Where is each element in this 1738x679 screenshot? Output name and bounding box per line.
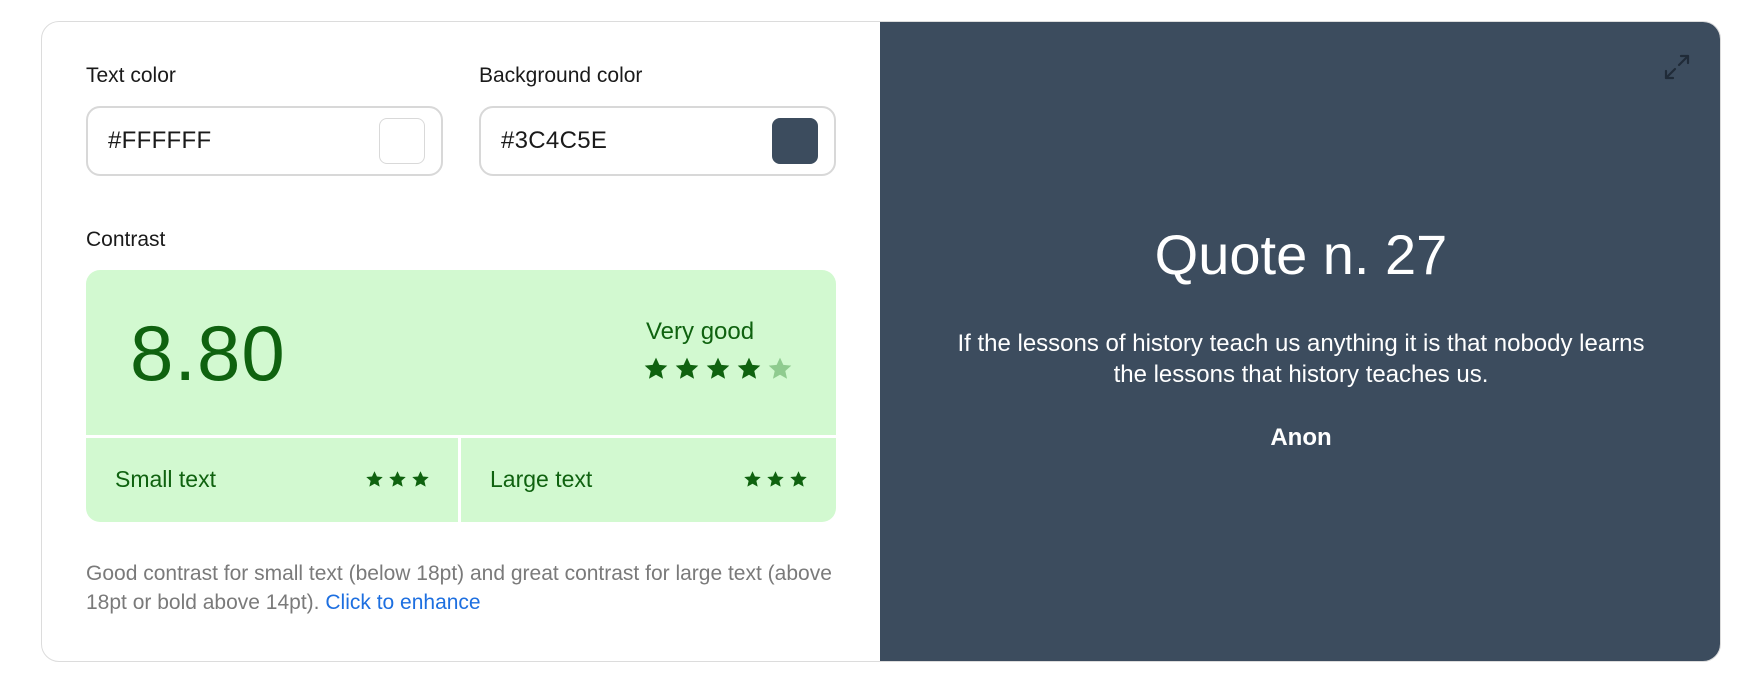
star-empty-icon	[768, 357, 792, 379]
contrast-description: Good contrast for small text (below 18pt…	[86, 559, 846, 617]
background-color-value[interactable]: #3C4C5E	[501, 127, 772, 155]
star-filled-icon	[790, 471, 807, 487]
star-filled-icon	[412, 471, 429, 487]
star-filled-icon	[644, 357, 668, 379]
contrast-ratio: 8.80	[130, 309, 286, 397]
star-filled-icon	[675, 357, 699, 379]
large-text-stars	[743, 470, 808, 489]
quote-author: Anon	[1270, 424, 1332, 451]
small-text-score: Small text	[86, 438, 458, 522]
star-filled-icon	[744, 471, 761, 487]
contrast-rating: Very good	[646, 318, 755, 345]
text-color-field[interactable]: #FFFFFF	[86, 106, 443, 176]
star-filled-icon	[366, 471, 383, 487]
background-color-swatch[interactable]	[772, 118, 818, 164]
preview-panel: Quote n. 27 If the lessons of history te…	[880, 22, 1720, 661]
controls-panel: Text color Background color #FFFFFF #3C4…	[42, 22, 880, 661]
contrast-rating-stars	[643, 356, 793, 382]
star-filled-icon	[767, 471, 784, 487]
quote-text: If the lessons of history teach us anyth…	[957, 330, 1645, 388]
star-filled-icon	[389, 471, 406, 487]
small-text-stars	[365, 470, 430, 489]
quote-title: Quote n. 27	[1154, 223, 1448, 286]
large-text-score: Large text	[461, 438, 836, 522]
contrast-result: 8.80 Very good Small text Large text	[86, 270, 836, 522]
background-color-field[interactable]: #3C4C5E	[479, 106, 836, 176]
large-text-label: Large text	[490, 466, 593, 492]
expand-icon[interactable]	[1662, 52, 1692, 82]
text-color-label: Text color	[86, 64, 176, 87]
enhance-link[interactable]: Click to enhance	[325, 591, 480, 614]
text-color-swatch[interactable]	[379, 118, 425, 164]
background-color-label: Background color	[479, 64, 643, 87]
contrast-checker-card: Text color Background color #FFFFFF #3C4…	[41, 21, 1721, 662]
star-filled-icon	[737, 357, 761, 379]
small-text-label: Small text	[115, 466, 216, 492]
contrast-label: Contrast	[86, 228, 166, 251]
contrast-score-area: 8.80 Very good	[86, 270, 836, 435]
text-color-value[interactable]: #FFFFFF	[108, 127, 379, 155]
star-filled-icon	[706, 357, 730, 379]
